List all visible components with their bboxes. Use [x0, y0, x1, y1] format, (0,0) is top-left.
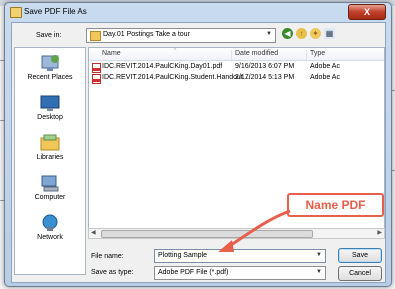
file-date: 2/17/2014 5:13 PM — [235, 74, 295, 81]
scroll-left-icon[interactable]: ◀ — [91, 229, 96, 236]
file-name: IDC.REVIT.2014.PaulCKing.Day01.pdf — [102, 63, 223, 70]
libraries-icon — [39, 134, 61, 152]
save-as-type-dropdown[interactable]: Adobe PDF File (*.pdf) ▼ — [154, 266, 326, 280]
file-name: IDC.REVIT.2014.PaulCKing.Student.Handout… — [102, 74, 251, 81]
cancel-button[interactable]: Cancel — [338, 266, 382, 281]
column-header-name[interactable]: Name — [102, 50, 121, 57]
place-label: Recent Places — [27, 74, 73, 81]
place-computer[interactable]: Computer — [15, 174, 85, 201]
places-bar: Recent Places Desktop Libraries Computer — [14, 47, 86, 275]
file-type: Adobe Ac — [310, 63, 340, 70]
back-icon[interactable]: ◀ — [282, 28, 293, 39]
place-libraries[interactable]: Libraries — [15, 134, 85, 161]
column-header-date[interactable]: Date modified — [235, 50, 278, 57]
view-menu-icon[interactable]: ▦ — [324, 28, 335, 39]
save-as-type-value: Adobe PDF File (*.pdf) — [158, 269, 229, 276]
file-name-label: File name: — [91, 253, 124, 260]
save-in-label: Save in: — [36, 32, 62, 39]
file-date: 9/16/2013 6:07 PM — [235, 63, 295, 70]
file-name-value: Plotting Sample — [158, 252, 208, 259]
place-label: Computer — [34, 194, 66, 201]
place-label: Network — [37, 234, 63, 241]
desktop-icon — [39, 94, 61, 112]
chevron-down-icon: ▼ — [316, 269, 322, 275]
file-row[interactable]: IDC.REVIT.2014.PaulCKing.Student.Handout… — [89, 73, 384, 84]
up-folder-icon[interactable]: ↑ — [296, 28, 307, 39]
place-label: Libraries — [36, 154, 64, 161]
callout-arrow-icon — [218, 209, 291, 252]
network-icon — [39, 214, 61, 232]
pdf-app-icon — [10, 7, 22, 18]
save-as-type-label: Save as type: — [91, 269, 134, 276]
scroll-right-icon[interactable]: ▶ — [377, 229, 382, 236]
place-desktop[interactable]: Desktop — [15, 94, 85, 121]
recent-places-icon — [39, 54, 61, 72]
save-button[interactable]: Save — [338, 248, 382, 263]
file-type: Adobe Ac — [310, 74, 340, 81]
save-pdf-dialog: Save PDF File As X Save in: Day.01 Posti… — [4, 2, 392, 287]
file-row[interactable]: IDC.REVIT.2014.PaulCKing.Day01.pdf 9/16/… — [89, 62, 384, 73]
column-divider[interactable] — [231, 50, 232, 62]
chevron-down-icon: ▼ — [266, 31, 272, 37]
file-list-header: Name ^ Date modified Type — [89, 48, 384, 62]
save-in-dropdown[interactable]: Day.01 Postings Take a tour ▼ — [86, 28, 276, 43]
place-label: Desktop — [37, 114, 63, 121]
save-in-value: Day.01 Postings Take a tour — [103, 31, 190, 38]
dialog-body: Save in: Day.01 Postings Take a tour ▼ ◀… — [11, 22, 386, 283]
chevron-down-icon[interactable]: ▼ — [316, 252, 322, 258]
pdf-file-icon — [92, 63, 101, 73]
place-recent-places[interactable]: Recent Places — [15, 54, 85, 81]
pdf-file-icon — [92, 74, 101, 84]
new-folder-icon[interactable]: ✦ — [310, 28, 321, 39]
place-network[interactable]: Network — [15, 214, 85, 241]
column-header-type[interactable]: Type — [310, 50, 325, 57]
sort-arrow-icon: ^ — [174, 48, 177, 54]
close-button[interactable]: X — [348, 4, 386, 20]
dialog-title: Save PDF File As — [24, 7, 87, 16]
computer-icon — [39, 174, 61, 192]
title-bar[interactable]: Save PDF File As X — [5, 3, 391, 21]
column-divider[interactable] — [306, 50, 307, 62]
folder-icon — [90, 31, 101, 41]
